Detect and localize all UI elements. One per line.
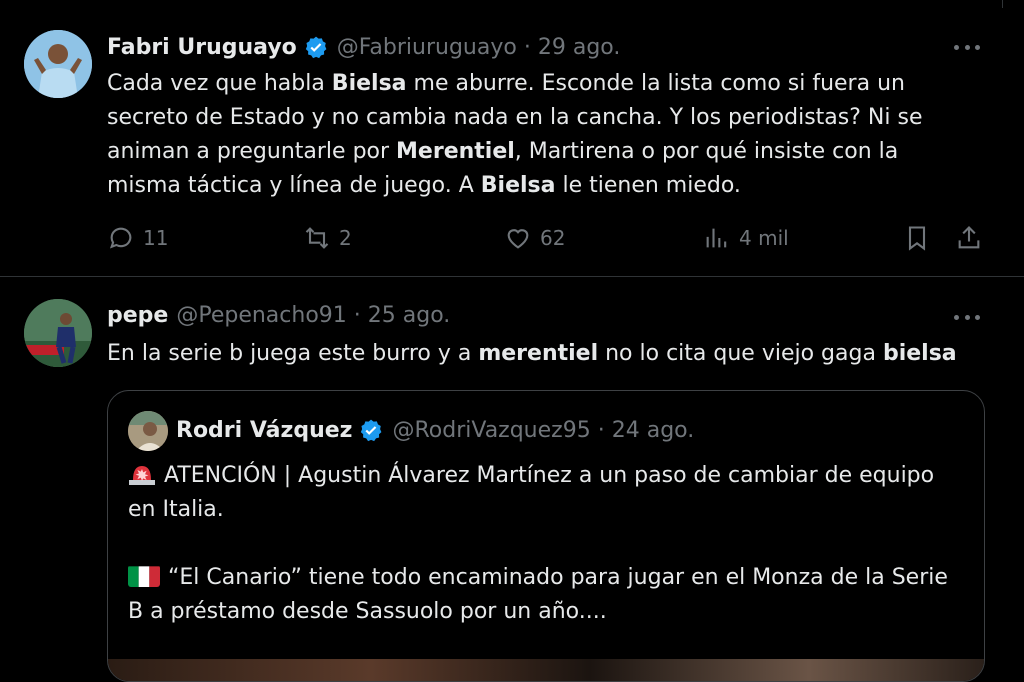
- quoted-tweet-text: ATENCIÓN | Agustin Álvarez Martínez a un…: [128, 459, 948, 629]
- author-name[interactable]: pepe: [107, 302, 168, 330]
- more-icon[interactable]: [954, 34, 980, 60]
- tweet-date[interactable]: 29 ago.: [538, 34, 621, 62]
- views-icon: [706, 228, 727, 248]
- tweet-text: En la serie b juega este burro y a meren…: [107, 341, 957, 366]
- author-handle[interactable]: @Pepenacho91: [176, 302, 346, 330]
- share-icon: [958, 226, 980, 249]
- retweet-button[interactable]: 2: [303, 224, 352, 252]
- verified-badge-icon: [358, 418, 384, 444]
- tweet-text: Cada vez que habla Bielsa me aburre. Esc…: [107, 71, 923, 198]
- author-handle[interactable]: @RodriVazquez95: [392, 416, 590, 446]
- italy-flag-icon: [128, 565, 160, 587]
- tweet-actions: 11 2 62 4 mil: [107, 224, 987, 256]
- bookmark-button[interactable]: [903, 224, 931, 252]
- bookmark-icon: [908, 226, 926, 251]
- share-button[interactable]: [955, 224, 983, 252]
- separator: ·: [353, 303, 361, 328]
- like-icon: [507, 229, 529, 249]
- separator: ·: [597, 418, 605, 443]
- avatar[interactable]: [128, 411, 168, 451]
- retweet-count: 2: [339, 226, 352, 250]
- verified-badge-icon: [303, 35, 329, 61]
- author-name[interactable]: Rodri Vázquez: [176, 416, 352, 446]
- author-handle[interactable]: @Fabriuruguayo: [337, 34, 517, 62]
- avatar[interactable]: [24, 299, 92, 367]
- reply-button[interactable]: 11: [107, 224, 168, 252]
- tweet-date[interactable]: 25 ago.: [368, 302, 451, 330]
- retweet-icon: [305, 227, 329, 249]
- quoted-tweet-media[interactable]: [108, 659, 984, 681]
- avatar[interactable]: [24, 30, 92, 98]
- previous-tweet-edge: [0, 0, 1024, 8]
- views-button[interactable]: 4 mil: [703, 224, 789, 252]
- like-count: 62: [540, 226, 566, 250]
- author-name[interactable]: Fabri Uruguayo: [107, 34, 297, 62]
- tweet[interactable]: pepe @Pepenacho91 · 25 ago. En la serie …: [0, 277, 1024, 682]
- tweet-header: pepe @Pepenacho91 · 25 ago.: [107, 302, 450, 330]
- tweet-header: Fabri Uruguayo @Fabriuruguayo · 29 ago.: [107, 34, 620, 62]
- tweet[interactable]: Fabri Uruguayo @Fabriuruguayo · 29 ago. …: [0, 10, 1024, 277]
- reply-icon: [109, 227, 132, 249]
- like-button[interactable]: 62: [504, 224, 565, 252]
- tweet-date[interactable]: 24 ago.: [612, 416, 695, 446]
- reply-count: 11: [143, 226, 169, 250]
- views-count: 4 mil: [739, 226, 789, 250]
- quoted-tweet-header: Rodri Vázquez @RodriVazquez95 · 24 ago.: [176, 416, 694, 446]
- alert-siren-icon: [128, 460, 156, 486]
- separator: ·: [523, 35, 531, 60]
- more-icon[interactable]: [954, 304, 980, 330]
- quoted-tweet[interactable]: Rodri Vázquez @RodriVazquez95 · 24 ago. …: [107, 390, 985, 682]
